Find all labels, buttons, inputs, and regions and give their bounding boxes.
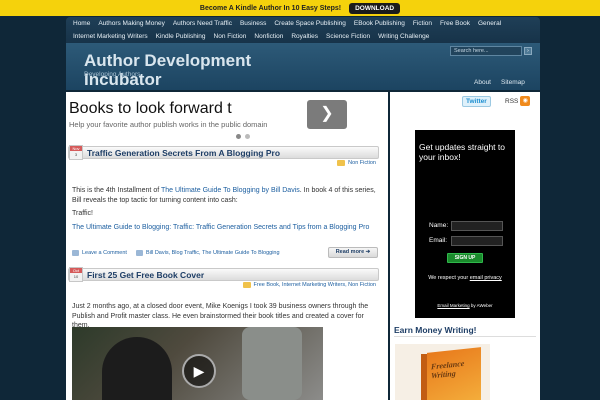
optin-title: Get updates straight to your inbox! bbox=[419, 142, 505, 162]
category-link[interactable]: Non Fiction bbox=[348, 160, 376, 166]
search-submit-button[interactable]: › bbox=[524, 47, 532, 55]
main-content: Books to look forward t Help your favori… bbox=[66, 92, 388, 400]
site-tagline: Developing Authors bbox=[84, 71, 141, 78]
sidebar-heading: Earn Money Writing! bbox=[394, 325, 477, 335]
nav-item-home[interactable]: Home bbox=[69, 20, 94, 27]
promo-bar: Become A Kindle Author In 10 Easy Steps!… bbox=[0, 0, 600, 16]
video-presenter bbox=[102, 337, 172, 400]
folder-icon bbox=[337, 160, 346, 166]
rss-icon: ◉ bbox=[520, 96, 531, 106]
site-title[interactable]: Author Development Incubator bbox=[84, 51, 314, 89]
nav-item-ebook-publishing[interactable]: EBook Publishing bbox=[350, 20, 409, 27]
nav-item-business[interactable]: Business bbox=[236, 20, 270, 27]
post-paragraph: The Ultimate Guide to Blogging: Traffic:… bbox=[72, 223, 378, 233]
name-label: Name: bbox=[429, 222, 449, 229]
folder-icon bbox=[242, 282, 251, 288]
twitter-icon[interactable]: Twitter bbox=[462, 96, 491, 107]
signup-button[interactable]: SIGN UP bbox=[447, 253, 483, 263]
twitter-follow[interactable]: Twitter bbox=[462, 96, 491, 107]
promo-text: Become A Kindle Author In 10 Easy Steps! bbox=[199, 4, 342, 12]
slider-dots bbox=[236, 134, 250, 139]
rss-link[interactable]: RSS ◉ bbox=[505, 96, 531, 106]
aweber-credit: Email Marketing by AWeber bbox=[437, 303, 493, 308]
read-more-button[interactable]: Read more ➔ bbox=[328, 247, 378, 258]
guide-link[interactable]: The Ultimate Guide To Blogging by Bill D… bbox=[161, 187, 300, 194]
nav-item-nonfiction[interactable]: Nonfiction bbox=[250, 33, 287, 40]
slider-dot[interactable] bbox=[236, 134, 241, 139]
post-header: Nov 3 Traffic Generation Secrets From A … bbox=[68, 145, 379, 160]
slider-dot[interactable] bbox=[245, 134, 250, 139]
slider-subtitle: Help your favorite author publish works … bbox=[69, 120, 268, 129]
nav-item-writing-challenge[interactable]: Writing Challenge bbox=[374, 33, 433, 40]
download-button[interactable]: DOWNLOAD bbox=[349, 2, 401, 14]
category-links[interactable]: Free Book, Internet Marketing Writers, N… bbox=[254, 282, 376, 288]
rss-subscribe[interactable]: RSS ◉ bbox=[505, 96, 531, 106]
date-badge: Nov 3 bbox=[69, 145, 83, 160]
slider-next-button[interactable]: ❯ bbox=[307, 100, 347, 129]
nav-item-create-space[interactable]: Create Space Publishing bbox=[270, 20, 350, 27]
nav-item-science-fiction[interactable]: Science Fiction bbox=[322, 33, 374, 40]
tag-icon bbox=[135, 249, 143, 256]
divider bbox=[394, 336, 536, 337]
nav-item-non-fiction[interactable]: Non Fiction bbox=[210, 33, 251, 40]
slider-title[interactable]: Books to look forward t bbox=[69, 100, 309, 118]
email-field[interactable] bbox=[451, 236, 503, 246]
tag-links[interactable]: Bill Davis, Blog Traffic, The Ultimate G… bbox=[146, 250, 280, 256]
email-label: Email: bbox=[429, 237, 448, 244]
name-field[interactable] bbox=[451, 221, 503, 231]
nav-item-fiction[interactable]: Fiction bbox=[409, 20, 436, 27]
sitemap-link[interactable]: Sitemap bbox=[501, 79, 525, 86]
sidebar: Twitter RSS ◉ Get updates straight to yo… bbox=[390, 92, 540, 400]
book-cover: Freelance Writing bbox=[427, 347, 481, 400]
post-excerpt: This is the 4th Installment of The Ultim… bbox=[72, 186, 378, 232]
nav-item-authors-making-money[interactable]: Authors Making Money bbox=[94, 20, 168, 27]
privacy-link[interactable]: email privacy bbox=[470, 275, 502, 281]
nav-item-free-book[interactable]: Free Book bbox=[436, 20, 474, 27]
nav-row-primary: Home Authors Making Money Authors Need T… bbox=[66, 17, 540, 30]
main-navigation: Home Authors Making Money Authors Need T… bbox=[66, 17, 540, 43]
play-icon[interactable]: ▶ bbox=[182, 354, 216, 388]
comment-icon bbox=[72, 249, 79, 256]
post-title[interactable]: Traffic Generation Secrets From A Bloggi… bbox=[87, 148, 280, 158]
featured-slider: Books to look forward t Help your favori… bbox=[66, 100, 388, 139]
privacy-note: We respect your email privacy bbox=[428, 275, 502, 281]
nav-item-internet-marketing[interactable]: Internet Marketing Writers bbox=[69, 33, 152, 40]
site-header: Author Development Incubator Developing … bbox=[66, 43, 540, 90]
post-paragraph: This is the 4th Installment of The Ultim… bbox=[72, 187, 376, 204]
post-paragraph: Traffic! bbox=[72, 210, 94, 217]
book-link[interactable]: The Ultimate Guide to Blogging: Traffic:… bbox=[72, 224, 369, 231]
nav-row-secondary: Internet Marketing Writers Kindle Publis… bbox=[66, 30, 540, 43]
date-badge: Oct 10 bbox=[69, 267, 83, 282]
nav-item-general[interactable]: General bbox=[474, 20, 505, 27]
post-title[interactable]: First 25 Get Free Book Cover bbox=[87, 270, 204, 280]
leave-comment-link[interactable]: Leave a Comment bbox=[82, 250, 127, 256]
book-ad[interactable]: Freelance Writing bbox=[395, 344, 490, 400]
nav-item-authors-need-traffic[interactable]: Authors Need Traffic bbox=[169, 20, 236, 27]
email-optin-form: Get updates straight to your inbox! Name… bbox=[415, 130, 515, 318]
email-marketing-link[interactable]: Email Marketing bbox=[437, 303, 469, 308]
search-input[interactable]: Search here... bbox=[450, 46, 522, 56]
nav-item-kindle-publishing[interactable]: Kindle Publishing bbox=[152, 33, 210, 40]
about-link[interactable]: About bbox=[474, 79, 491, 86]
post-categories: Free Book, Internet Marketing Writers, N… bbox=[242, 282, 376, 288]
post-header: Oct 10 First 25 Get Free Book Cover bbox=[68, 267, 379, 282]
video-thumbnail[interactable]: ▶ bbox=[72, 327, 323, 400]
nav-item-royalties[interactable]: Royalties bbox=[287, 33, 322, 40]
post-meta: Leave a Comment Bill Davis, Blog Traffic… bbox=[72, 247, 378, 258]
video-background-object bbox=[242, 327, 302, 400]
post-categories: Non Fiction bbox=[337, 160, 376, 166]
